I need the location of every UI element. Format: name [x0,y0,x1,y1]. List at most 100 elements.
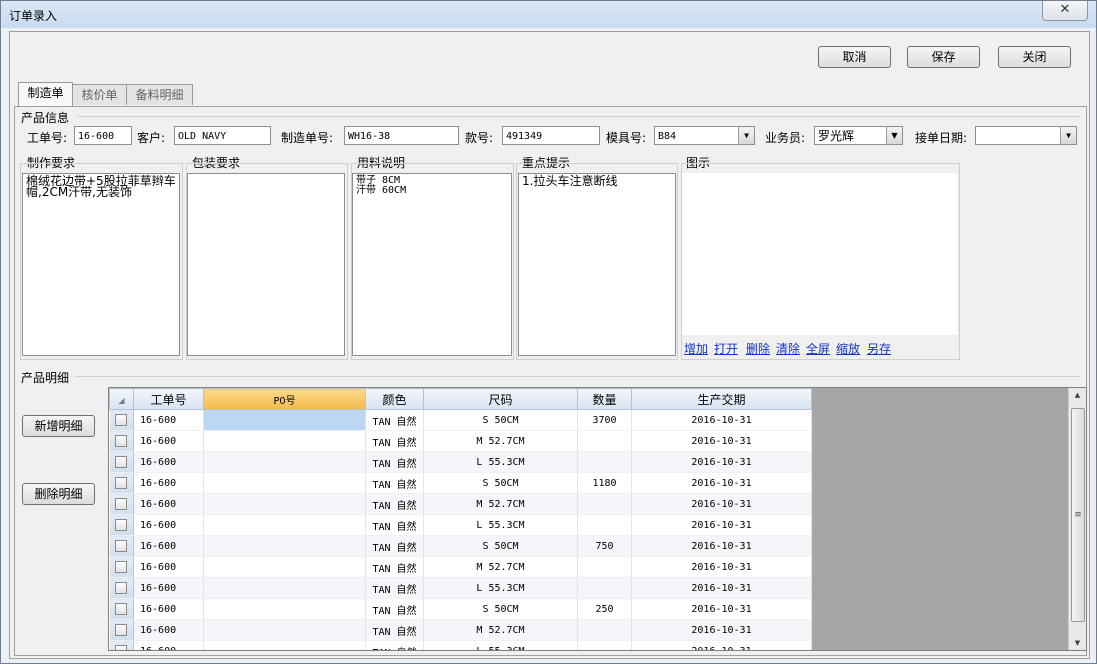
row-checkbox[interactable] [115,582,128,594]
cell-size[interactable]: M 52.7CM [423,556,578,578]
table-row[interactable]: 16-600 TAN 自然 S 50CM 1180 2016-10-31 [109,472,812,494]
table-row[interactable]: 16-600 TAN 自然 S 50CM 3700 2016-10-31 [109,409,812,431]
close-button[interactable]: 关闭 [998,46,1071,68]
cell-delivery-date[interactable]: 2016-10-31 [631,409,812,431]
cell-size[interactable]: M 52.7CM [423,619,578,641]
cell-po[interactable] [203,514,366,536]
material-notes-textarea[interactable]: 带子 8CM 汗带 60CM [352,173,512,356]
cell-color[interactable]: TAN 自然 [365,619,424,641]
cell-size[interactable]: S 50CM [423,598,578,620]
order-date-picker[interactable]: ▼ [975,126,1077,145]
cell-delivery-date[interactable]: 2016-10-31 [631,430,812,452]
cell-quantity[interactable] [577,640,632,650]
row-checkbox[interactable] [115,456,128,468]
table-row[interactable]: 16-600 TAN 自然 L 55.3CM 2016-10-31 [109,514,812,536]
cell-quantity[interactable]: 750 [577,535,632,557]
image-delete-link[interactable]: 删除 [746,340,770,357]
key-notes-textarea[interactable]: 1.拉头车注意断线 [518,173,676,356]
chevron-down-icon[interactable]: ▼ [886,127,902,144]
cell-work-order[interactable]: 16-600 [133,493,204,515]
tab-costing[interactable]: 核价单 [72,84,127,105]
packing-requirements-textarea[interactable] [187,173,345,356]
cell-color[interactable]: TAN 自然 [365,409,424,431]
cell-delivery-date[interactable]: 2016-10-31 [631,598,812,620]
row-checkbox[interactable] [115,477,128,489]
cell-delivery-date[interactable]: 2016-10-31 [631,556,812,578]
delete-detail-button[interactable]: 删除明细 [22,483,95,505]
image-fullscreen-link[interactable]: 全屏 [806,340,830,357]
cell-size[interactable]: M 52.7CM [423,493,578,515]
cell-work-order[interactable]: 16-600 [133,472,204,494]
table-row[interactable]: 16-600 TAN 自然 S 50CM 250 2016-10-31 [109,598,812,620]
cell-quantity[interactable] [577,430,632,452]
image-clear-link[interactable]: 清除 [776,340,800,357]
cell-work-order[interactable]: 16-600 [133,577,204,599]
add-detail-button[interactable]: 新增明细 [22,415,95,437]
cell-size[interactable]: M 52.7CM [423,430,578,452]
row-checkbox[interactable] [115,519,128,531]
table-row[interactable]: 16-600 TAN 自然 M 52.7CM 2016-10-31 [109,430,812,452]
row-checkbox[interactable] [115,561,128,573]
row-checkbox[interactable] [115,498,128,510]
cell-quantity[interactable] [577,619,632,641]
tab-material-details[interactable]: 备料明细 [126,84,193,105]
col-header-work-order[interactable]: 工单号 [133,388,204,410]
cell-quantity[interactable] [577,451,632,473]
image-save-as-link[interactable]: 另存 [867,340,891,357]
cell-color[interactable]: TAN 自然 [365,640,424,650]
table-row[interactable]: 16-600 TAN 自然 M 52.7CM 2016-10-31 [109,619,812,641]
cell-work-order[interactable]: 16-600 [133,451,204,473]
window-close-button[interactable]: ✕ [1042,1,1088,21]
cell-color[interactable]: TAN 自然 [365,451,424,473]
row-checkbox[interactable] [115,414,128,426]
table-row[interactable]: 16-600 TAN 自然 L 55.3CM 2016-10-31 [109,640,812,650]
cell-quantity[interactable] [577,556,632,578]
col-header-color[interactable]: 颜色 [365,388,424,410]
cell-work-order[interactable]: 16-600 [133,556,204,578]
cell-delivery-date[interactable]: 2016-10-31 [631,640,812,650]
cell-size[interactable]: S 50CM [423,472,578,494]
work-order-field[interactable]: 16-600 [74,126,132,145]
table-row[interactable]: 16-600 TAN 自然 L 55.3CM 2016-10-31 [109,451,812,473]
cell-size[interactable]: S 50CM [423,535,578,557]
tab-manufacturing-order[interactable]: 制造单 [18,82,73,106]
cell-po[interactable] [203,535,366,557]
cell-delivery-date[interactable]: 2016-10-31 [631,451,812,473]
cell-work-order[interactable]: 16-600 [133,619,204,641]
cell-po[interactable] [203,640,366,650]
cell-size[interactable]: S 50CM [423,409,578,431]
customer-field[interactable]: OLD NAVY [174,126,271,145]
cell-size[interactable]: L 55.3CM [423,514,578,536]
scroll-up-icon[interactable]: ▲ [1069,391,1086,399]
cell-work-order[interactable]: 16-600 [133,409,204,431]
cell-size[interactable]: L 55.3CM [423,640,578,650]
cell-delivery-date[interactable]: 2016-10-31 [631,493,812,515]
cell-size[interactable]: L 55.3CM [423,451,578,473]
cell-size[interactable]: L 55.3CM [423,577,578,599]
cell-color[interactable]: TAN 自然 [365,430,424,452]
cell-color[interactable]: TAN 自然 [365,577,424,599]
cell-work-order[interactable]: 16-600 [133,430,204,452]
cell-quantity[interactable]: 250 [577,598,632,620]
cell-quantity[interactable] [577,493,632,515]
col-header-quantity[interactable]: 数量 [577,388,632,410]
cell-quantity[interactable] [577,514,632,536]
cell-color[interactable]: TAN 自然 [365,472,424,494]
production-requirements-textarea[interactable]: 棉绒花边带+5股拉菲草辫车帽,2CM汗带,无装饰 [22,173,180,356]
cell-quantity[interactable] [577,577,632,599]
cell-color[interactable]: TAN 自然 [365,598,424,620]
cell-delivery-date[interactable]: 2016-10-31 [631,619,812,641]
cell-work-order[interactable]: 16-600 [133,598,204,620]
style-field[interactable]: 491349 [502,126,600,145]
row-checkbox[interactable] [115,540,128,552]
cell-delivery-date[interactable]: 2016-10-31 [631,472,812,494]
cell-po[interactable] [203,556,366,578]
vertical-scrollbar[interactable]: ▲ ≡ ▼ [1068,388,1086,650]
table-row[interactable]: 16-600 TAN 自然 M 52.7CM 2016-10-31 [109,556,812,578]
mold-select[interactable]: B84 ▼ [654,126,755,145]
cell-delivery-date[interactable]: 2016-10-31 [631,577,812,599]
table-row[interactable]: 16-600 TAN 自然 L 55.3CM 2016-10-31 [109,577,812,599]
cell-po[interactable] [203,577,366,599]
cell-work-order[interactable]: 16-600 [133,640,204,650]
cell-quantity[interactable]: 3700 [577,409,632,431]
